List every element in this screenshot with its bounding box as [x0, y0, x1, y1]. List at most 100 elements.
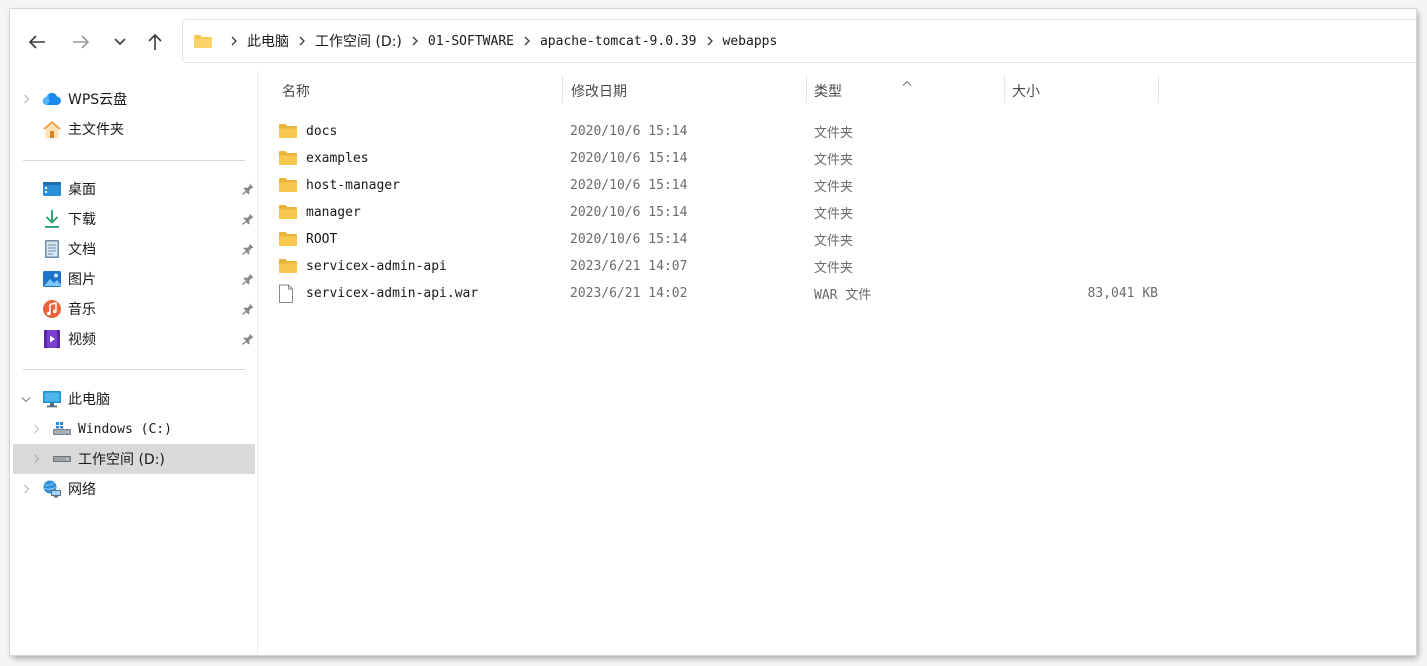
pin-icon[interactable]: [241, 212, 255, 226]
pin-icon[interactable]: [241, 332, 255, 346]
file-type: 文件夹: [814, 153, 854, 168]
file-size: 83,041 KB: [1087, 286, 1158, 301]
chevron-down-icon[interactable]: [21, 394, 31, 404]
pin-icon[interactable]: [241, 182, 255, 196]
chevron-right-icon[interactable]: [21, 484, 31, 494]
column-header-size[interactable]: 大小: [1012, 75, 1040, 107]
sidebar-item-drive-c[interactable]: Windows (C:): [13, 414, 255, 444]
file-explorer-window: 此电脑 工作空间 (D:) 01-SOFTWARE apache-tomcat-…: [10, 9, 1416, 655]
sidebar-label: 网络: [68, 482, 96, 498]
chevron-right-icon[interactable]: [523, 36, 533, 46]
breadcrumb-this-pc[interactable]: 此电脑: [247, 31, 289, 51]
file-row[interactable]: docs 2020/10/6 15:14 文件夹: [278, 118, 1158, 145]
sidebar-label: 主文件夹: [68, 122, 124, 138]
chevron-right-icon[interactable]: [298, 36, 308, 46]
pictures-icon: [42, 269, 62, 289]
file-row[interactable]: servicex-admin-api 2023/6/21 14:07 文件夹: [278, 253, 1158, 280]
sidebar-item-downloads[interactable]: 下载: [13, 204, 255, 234]
folder-icon: [278, 176, 298, 195]
breadcrumb-drive-d[interactable]: 工作空间 (D:): [315, 31, 402, 51]
cloud-icon: [42, 89, 62, 109]
column-header-type[interactable]: 类型: [814, 75, 842, 107]
desktop-icon: [42, 179, 62, 199]
up-button[interactable]: [141, 28, 169, 56]
arrow-up-icon: [148, 33, 162, 50]
forward-button[interactable]: [67, 28, 95, 56]
file-row[interactable]: manager 2020/10/6 15:14 文件夹: [278, 199, 1158, 226]
arrow-left-icon: [28, 35, 45, 49]
computer-icon: [42, 389, 62, 409]
file-modified-date: 2023/6/21 14:02: [570, 286, 688, 301]
file-type: 文件夹: [814, 261, 854, 276]
file-modified-date: 2020/10/6 15:14: [570, 232, 688, 247]
file-row[interactable]: ROOT 2020/10/6 15:14 文件夹: [278, 226, 1158, 253]
column-divider[interactable]: [1158, 75, 1159, 103]
breadcrumb-webapps[interactable]: webapps: [723, 34, 778, 49]
breadcrumb-tomcat[interactable]: apache-tomcat-9.0.39: [540, 34, 697, 49]
sidebar-item-this-pc[interactable]: 此电脑: [13, 384, 255, 414]
navigation-toolbar: 此电脑 工作空间 (D:) 01-SOFTWARE apache-tomcat-…: [10, 9, 1416, 71]
file-name[interactable]: servicex-admin-api: [306, 253, 447, 280]
column-divider[interactable]: [806, 75, 807, 103]
column-header-date[interactable]: 修改日期: [571, 75, 627, 107]
drive-icon: [52, 449, 72, 469]
chevron-right-icon[interactable]: [21, 94, 31, 104]
sidebar-item-music[interactable]: 音乐: [13, 294, 255, 324]
chevron-right-icon[interactable]: [31, 454, 41, 464]
file-name[interactable]: ROOT: [306, 226, 337, 253]
file-name[interactable]: servicex-admin-api.war: [306, 280, 478, 307]
breadcrumb-software[interactable]: 01-SOFTWARE: [428, 34, 514, 49]
navigation-pane: WPS云盘 主文件夹 桌面 下载 文档 图片 音乐 视频 此电脑 Windows…: [10, 71, 258, 655]
sidebar-item-pictures[interactable]: 图片: [13, 264, 255, 294]
sidebar-item-drive-d[interactable]: 工作空间 (D:): [13, 444, 255, 474]
file-type: WAR 文件: [814, 288, 872, 303]
pin-icon[interactable]: [241, 272, 255, 286]
file-type: 文件夹: [814, 126, 854, 141]
file-modified-date: 2020/10/6 15:14: [570, 124, 688, 139]
chevron-right-icon: [230, 36, 240, 46]
sidebar-label: 图片: [68, 272, 96, 288]
sidebar-item-home[interactable]: 主文件夹: [13, 114, 255, 144]
address-bar[interactable]: 此电脑 工作空间 (D:) 01-SOFTWARE apache-tomcat-…: [182, 19, 1416, 63]
folder-icon: [278, 203, 298, 222]
file-name[interactable]: manager: [306, 199, 361, 226]
sidebar-item-videos[interactable]: 视频: [13, 324, 255, 354]
sidebar-item-network[interactable]: 网络: [13, 474, 255, 504]
sidebar-item-wps-cloud[interactable]: WPS云盘: [13, 84, 255, 114]
chevron-right-icon[interactable]: [706, 36, 716, 46]
file-modified-date: 2023/6/21 14:07: [570, 259, 688, 274]
chevron-right-icon[interactable]: [411, 36, 421, 46]
pin-icon[interactable]: [241, 242, 255, 256]
folder-icon: [278, 230, 298, 249]
sort-ascending-icon: [902, 80, 912, 86]
back-button[interactable]: [23, 28, 51, 56]
column-divider[interactable]: [562, 75, 563, 103]
file-modified-date: 2020/10/6 15:14: [570, 151, 688, 166]
pin-icon[interactable]: [241, 302, 255, 316]
file-modified-date: 2020/10/6 15:14: [570, 205, 688, 220]
file-modified-date: 2020/10/6 15:14: [570, 178, 688, 193]
file-row[interactable]: servicex-admin-api.war 2023/6/21 14:02 WAR…: [278, 280, 1158, 307]
sidebar-item-desktop[interactable]: 桌面: [13, 174, 255, 204]
sidebar-item-documents[interactable]: 文档: [13, 234, 255, 264]
folder-icon: [278, 122, 298, 141]
divider: [23, 160, 245, 161]
chevron-down-icon: [114, 38, 126, 46]
file-name[interactable]: host-manager: [306, 172, 400, 199]
windows-drive-icon: [52, 419, 72, 439]
chevron-right-icon[interactable]: [31, 424, 41, 434]
sidebar-label: 文档: [68, 242, 96, 258]
home-icon: [42, 119, 62, 139]
file-name[interactable]: docs: [306, 118, 337, 145]
video-icon: [42, 329, 62, 349]
file-row[interactable]: host-manager 2020/10/6 15:14 文件夹: [278, 172, 1158, 199]
file-row[interactable]: examples 2020/10/6 15:14 文件夹: [278, 145, 1158, 172]
divider: [23, 369, 245, 370]
column-divider[interactable]: [1004, 75, 1005, 103]
document-icon: [42, 239, 62, 259]
recent-locations-button[interactable]: [106, 28, 134, 56]
sidebar-label: 此电脑: [68, 392, 110, 408]
sidebar-label: 音乐: [68, 302, 96, 318]
column-header-name[interactable]: 名称: [282, 75, 310, 107]
file-name[interactable]: examples: [306, 145, 369, 172]
